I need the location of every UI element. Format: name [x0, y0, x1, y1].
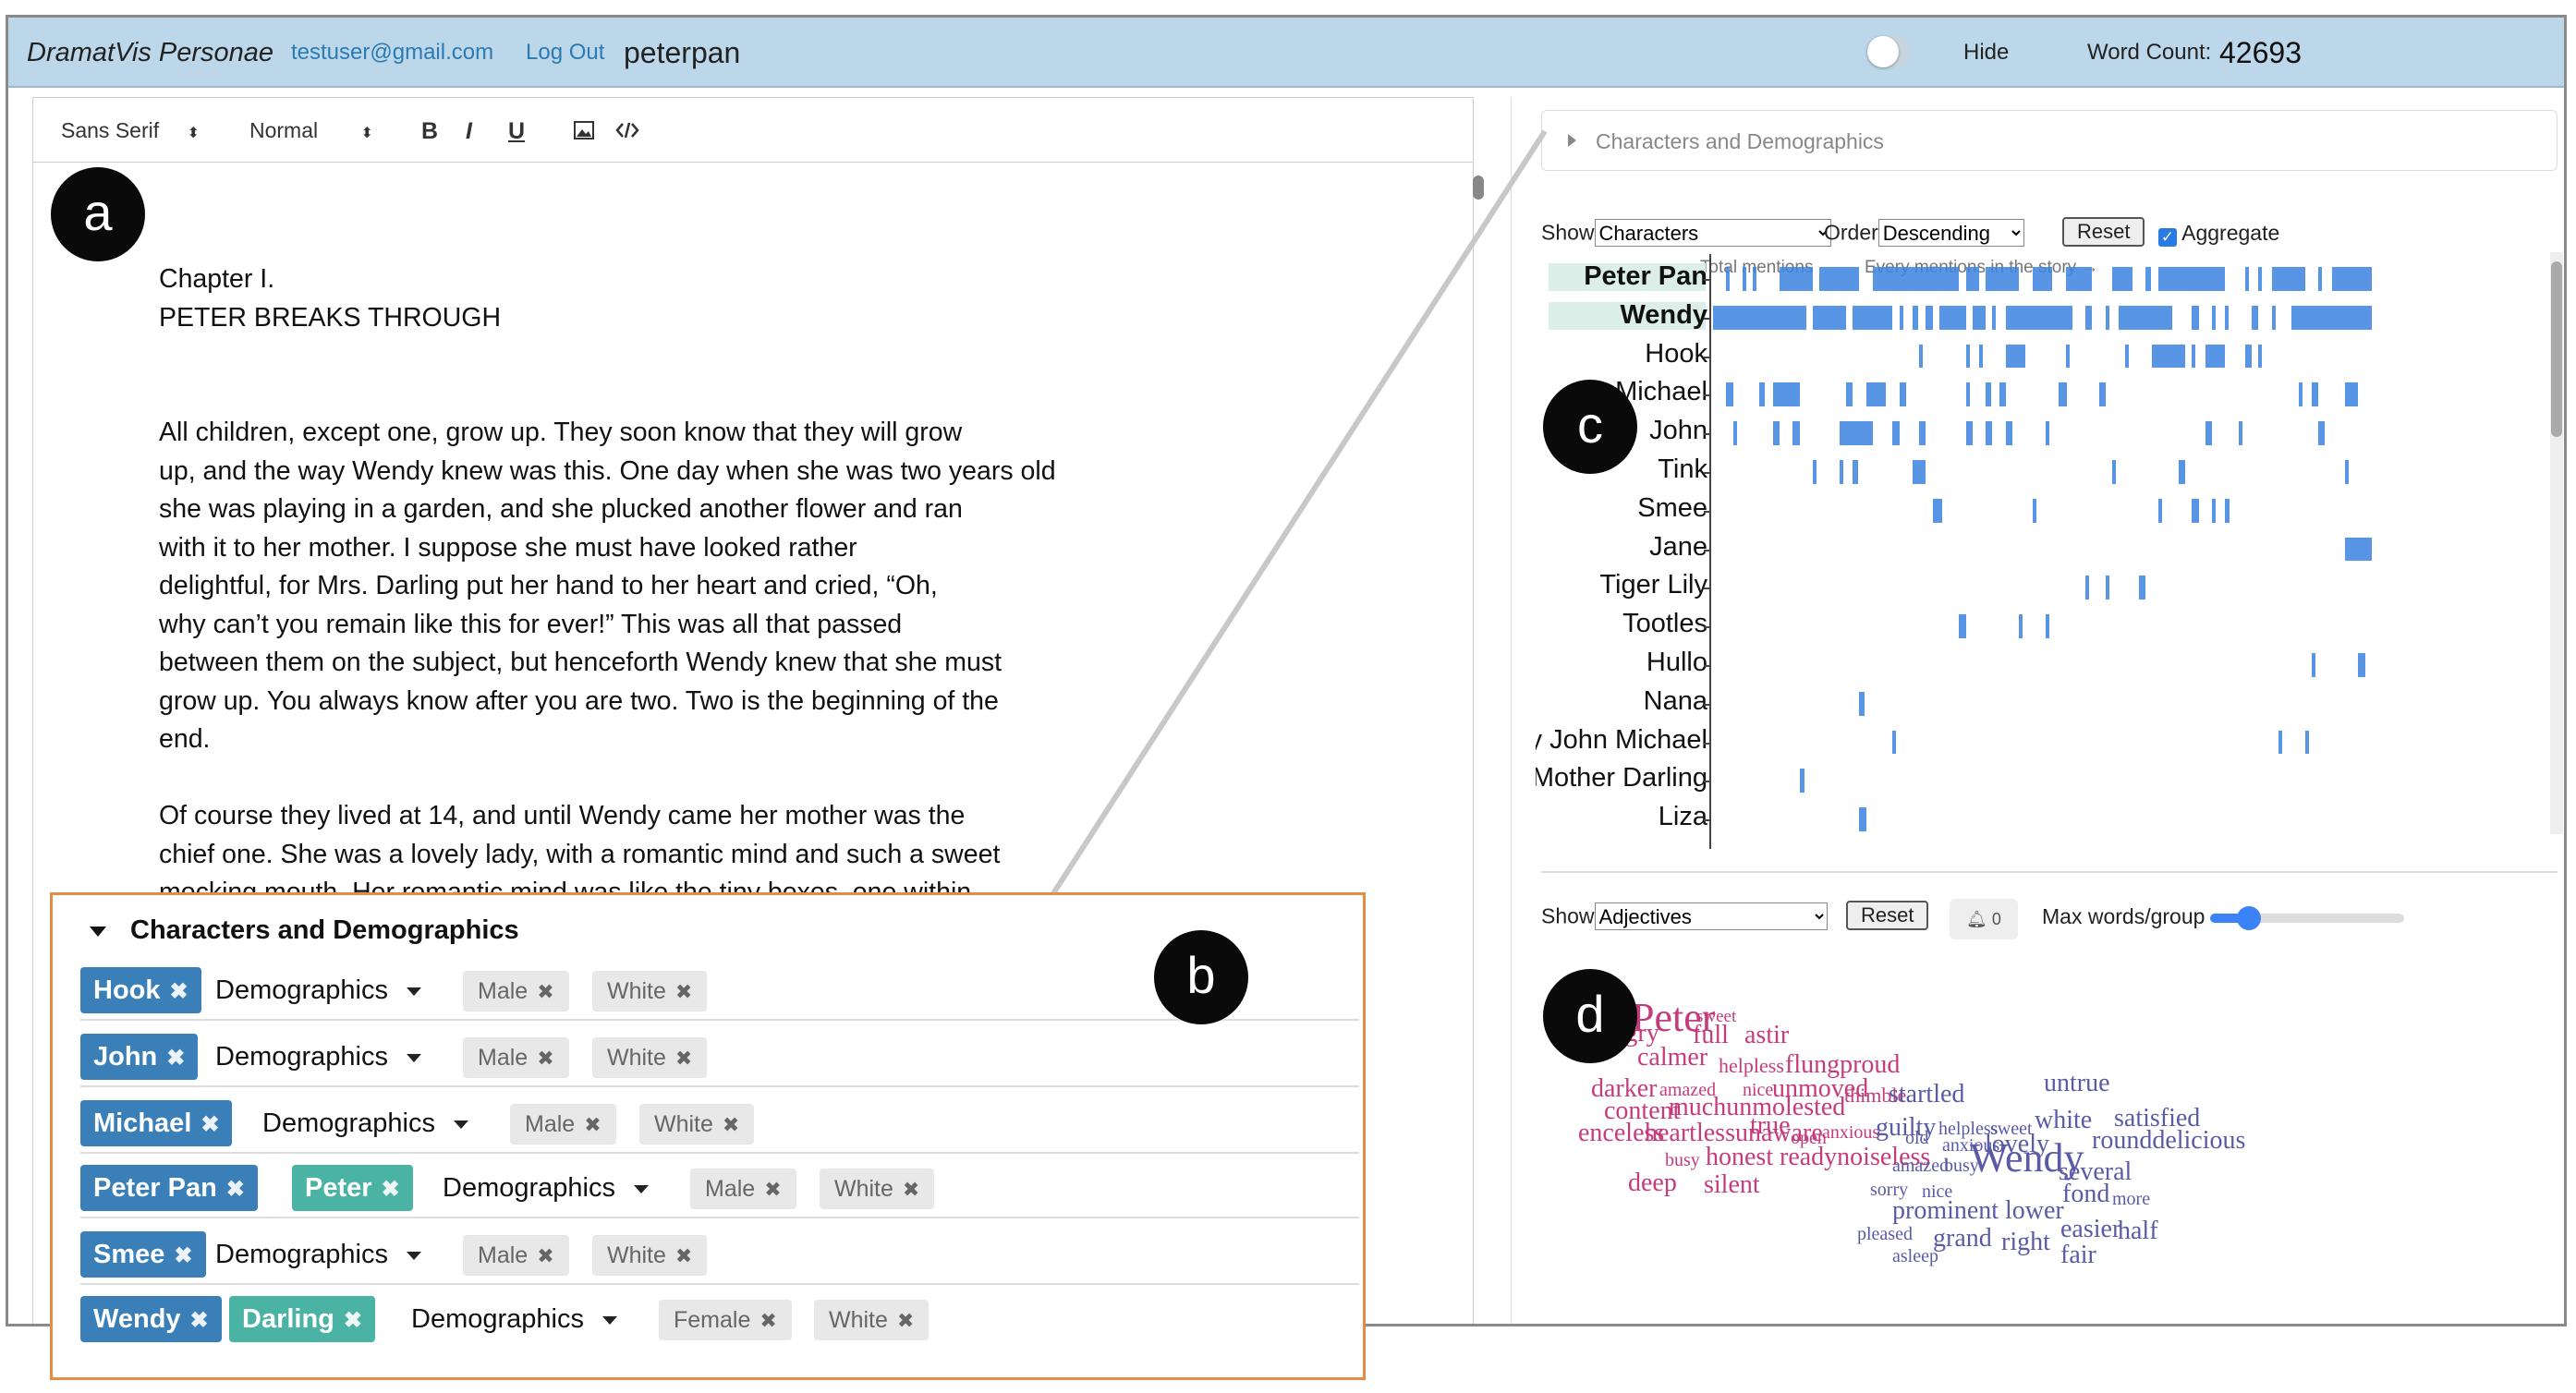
- remove-icon[interactable]: ✖: [537, 1047, 553, 1070]
- character-tag[interactable]: Peter Pan ✖: [80, 1165, 258, 1211]
- chevron-down-icon: [406, 987, 421, 996]
- remove-icon[interactable]: ✖: [170, 979, 188, 1004]
- character-tag[interactable]: Smee ✖: [80, 1231, 206, 1278]
- chevron-down-icon: [406, 1053, 421, 1062]
- remove-icon[interactable]: ✖: [190, 1308, 209, 1333]
- remove-icon[interactable]: ✖: [166, 1046, 185, 1071]
- remove-icon[interactable]: ✖: [764, 1178, 781, 1201]
- demographic-chip[interactable]: Male ✖: [463, 1235, 569, 1276]
- label-b: b: [1154, 930, 1248, 1024]
- remove-icon[interactable]: ✖: [344, 1308, 362, 1333]
- demographic-chip[interactable]: White ✖: [592, 971, 708, 1011]
- remove-icon[interactable]: ✖: [903, 1178, 919, 1201]
- character-tag[interactable]: Hook ✖: [80, 967, 201, 1013]
- character-row: Peter Pan ✖ Peter ✖ Demographics Male ✖ White ✖: [80, 1154, 1359, 1218]
- remove-icon[interactable]: ✖: [759, 1309, 776, 1332]
- character-tag[interactable]: John ✖: [80, 1034, 199, 1080]
- demographic-chip[interactable]: White ✖: [639, 1104, 755, 1145]
- demographic-chip[interactable]: White ✖: [820, 1169, 935, 1209]
- caret-down-icon[interactable]: [90, 927, 106, 937]
- demographics-dropdown[interactable]: Demographics: [411, 1296, 617, 1342]
- remove-icon[interactable]: ✖: [200, 1112, 219, 1137]
- demographic-chip[interactable]: White ✖: [592, 1037, 708, 1078]
- remove-icon[interactable]: ✖: [382, 1177, 400, 1202]
- character-tag[interactable]: Michael ✖: [80, 1100, 233, 1146]
- panel-title: Characters and Demographics: [130, 915, 519, 945]
- demographic-chip[interactable]: Male ✖: [510, 1104, 616, 1145]
- chevron-down-icon: [601, 1315, 617, 1325]
- remove-icon[interactable]: ✖: [537, 980, 553, 1003]
- chevron-down-icon: [406, 1251, 421, 1260]
- character-row: Wendy ✖ Darling ✖ Demographics Female ✖ White ✖: [80, 1285, 1359, 1350]
- remove-icon[interactable]: ✖: [897, 1309, 914, 1332]
- demographic-chip[interactable]: Male ✖: [463, 971, 569, 1011]
- demographics-dropdown[interactable]: Demographics: [215, 1231, 421, 1278]
- remove-icon[interactable]: ✖: [226, 1177, 245, 1202]
- demographics-dropdown[interactable]: Demographics: [443, 1165, 649, 1211]
- remove-icon[interactable]: ✖: [723, 1113, 739, 1136]
- chevron-down-icon: [633, 1184, 649, 1193]
- remove-icon[interactable]: ✖: [174, 1243, 192, 1268]
- remove-icon[interactable]: ✖: [675, 980, 692, 1003]
- demographic-chip[interactable]: Male ✖: [690, 1169, 796, 1209]
- remove-icon[interactable]: ✖: [584, 1113, 601, 1136]
- demographic-chip[interactable]: Male ✖: [463, 1037, 569, 1078]
- chevron-down-icon: [453, 1120, 468, 1129]
- demographics-dropdown[interactable]: Demographics: [262, 1100, 468, 1146]
- remove-icon[interactable]: ✖: [537, 1244, 553, 1267]
- character-row: John ✖ Demographics Male ✖ White ✖: [80, 1023, 1359, 1087]
- demographics-dropdown[interactable]: Demographics: [215, 967, 421, 1013]
- demographic-chip[interactable]: White ✖: [814, 1300, 930, 1340]
- characters-demographics-panel: Characters and Demographics Hook ✖ Demogra…: [50, 892, 1366, 1380]
- character-row: Michael ✖ Demographics Male ✖ White ✖: [80, 1089, 1359, 1154]
- character-row: Smee ✖ Demographics Male ✖ White ✖: [80, 1220, 1359, 1285]
- remove-icon[interactable]: ✖: [675, 1047, 692, 1070]
- remove-icon[interactable]: ✖: [675, 1244, 692, 1267]
- demographic-chip[interactable]: Female ✖: [659, 1300, 792, 1340]
- character-tag[interactable]: Peter ✖: [292, 1165, 413, 1211]
- demographics-dropdown[interactable]: Demographics: [215, 1034, 421, 1080]
- character-tag[interactable]: Wendy ✖: [80, 1296, 222, 1342]
- character-tag[interactable]: Darling ✖: [229, 1296, 376, 1342]
- demographic-chip[interactable]: White ✖: [592, 1235, 708, 1276]
